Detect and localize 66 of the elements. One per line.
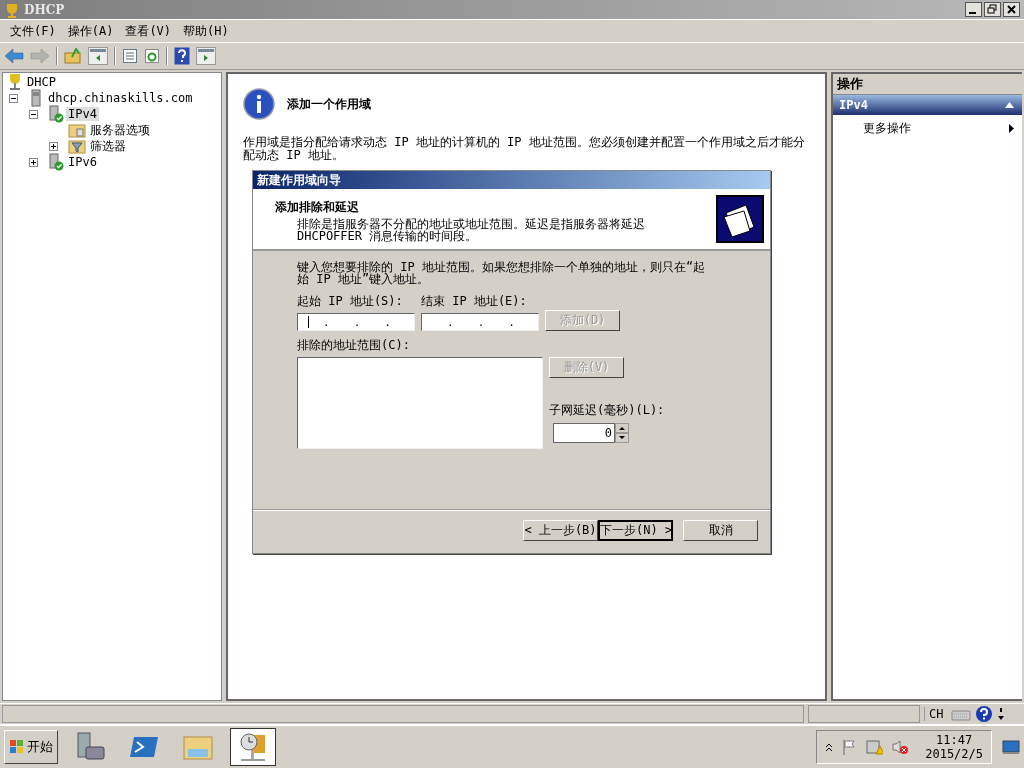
instructions-text: 键入您想要排除的 IP 地址范围。如果您想排除一个单独的地址，则只在“起始 IP 地址”键入地址。 bbox=[297, 261, 707, 285]
tree-item[interactable]: 筛选器 bbox=[88, 137, 128, 155]
expand-icon[interactable] bbox=[29, 157, 38, 167]
description-text: 作用域是指分配给请求动态 IP 地址的计算机的 IP 地址范围。您必须创建并配置一个作用域之后才能分配动态 IP 地址。 bbox=[243, 136, 806, 162]
server-icon bbox=[28, 89, 44, 107]
section-heading: 添加一个作用域 bbox=[287, 95, 371, 113]
dialog-title: 新建作用域向导 bbox=[253, 171, 770, 189]
tree-item[interactable]: IPv4 bbox=[66, 107, 99, 121]
ip-address-field[interactable]: . . . bbox=[421, 313, 539, 331]
menu-item[interactable]: 操作(A) bbox=[61, 23, 120, 40]
tree-item[interactable]: dhcp.chinaskills.com bbox=[46, 91, 195, 105]
clock-time[interactable]: 11:47 bbox=[936, 733, 973, 747]
options-icon[interactable] bbox=[997, 706, 1006, 722]
folder-icon bbox=[68, 122, 86, 138]
server-check-icon bbox=[48, 153, 64, 171]
collapse-icon[interactable] bbox=[9, 93, 18, 103]
field-label: 结束 IP 地址(E): bbox=[421, 293, 528, 310]
collapse-arrow-icon bbox=[1005, 102, 1014, 108]
ip-address-field[interactable]: . . . bbox=[297, 313, 415, 331]
tree-item[interactable]: IPv6 bbox=[66, 155, 99, 169]
page-description: 排除是指服务器不分配的地址或地址范围。延迟是指服务器将延迟 bbox=[296, 218, 645, 230]
tree-item[interactable]: DHCP bbox=[25, 75, 58, 89]
menu-item[interactable]: 帮助(H) bbox=[177, 23, 235, 40]
properties-icon[interactable] bbox=[122, 48, 138, 64]
field-label: 子网延迟(毫秒)(L): bbox=[549, 402, 665, 419]
minimize-button[interactable] bbox=[965, 2, 982, 17]
clock-server-icon[interactable] bbox=[230, 728, 276, 766]
language-indicator[interactable]: CH bbox=[924, 707, 948, 721]
wizard-button[interactable]: < 上一步(B) bbox=[523, 520, 598, 541]
clock-date[interactable]: 2015/2/5 bbox=[925, 747, 983, 761]
delay-field[interactable]: 0 bbox=[553, 423, 615, 443]
action-link[interactable]: 更多操作 bbox=[863, 120, 911, 137]
wizard-button[interactable]: 下一步(N) > bbox=[598, 520, 673, 541]
expand-icon[interactable] bbox=[49, 141, 58, 151]
windows-logo-icon bbox=[9, 739, 25, 755]
flag-icon[interactable] bbox=[841, 739, 858, 755]
menu-item[interactable]: 查看(V) bbox=[119, 23, 178, 40]
actions-header: 操作 bbox=[833, 74, 1022, 95]
refresh-icon[interactable] bbox=[144, 48, 160, 64]
server-check-icon bbox=[48, 105, 64, 123]
back-arrow-icon[interactable] bbox=[4, 48, 24, 64]
trophy-icon bbox=[4, 1, 20, 18]
show-action-pane-icon[interactable] bbox=[196, 47, 216, 65]
help-icon[interactable] bbox=[174, 47, 190, 65]
collapse-icon[interactable] bbox=[29, 109, 38, 119]
show-desktop-icon[interactable] bbox=[1002, 739, 1020, 755]
wizard-button[interactable]: 取消 bbox=[683, 520, 758, 541]
field-label: 起始 IP 地址(S): bbox=[297, 293, 404, 310]
window-title: DHCP bbox=[24, 2, 65, 17]
tree-item[interactable]: 服务器选项 bbox=[88, 121, 152, 139]
menu-item[interactable]: 文件(F) bbox=[4, 23, 62, 40]
show-hidden-icon[interactable] bbox=[825, 742, 834, 752]
close-button[interactable] bbox=[1003, 2, 1020, 17]
info-icon bbox=[243, 88, 275, 120]
spinner-arrows-icon[interactable] bbox=[615, 423, 629, 443]
actions-section-header[interactable]: IPv4 bbox=[833, 95, 1022, 115]
field-label: 排除的地址范围(C): bbox=[297, 337, 411, 354]
restore-button[interactable] bbox=[984, 2, 1001, 17]
speaker-muted-icon[interactable] bbox=[891, 739, 910, 755]
folders-icon bbox=[716, 195, 764, 243]
help-icon[interactable] bbox=[975, 705, 994, 723]
start-button[interactable]: 开始 bbox=[4, 730, 58, 764]
page-title: 添加排除和延迟 bbox=[275, 199, 360, 216]
page-description: DHCPOFFER 消息传输的时间段。 bbox=[296, 230, 479, 242]
show-tree-icon[interactable] bbox=[88, 47, 108, 65]
funnel-folder-icon bbox=[68, 138, 86, 154]
